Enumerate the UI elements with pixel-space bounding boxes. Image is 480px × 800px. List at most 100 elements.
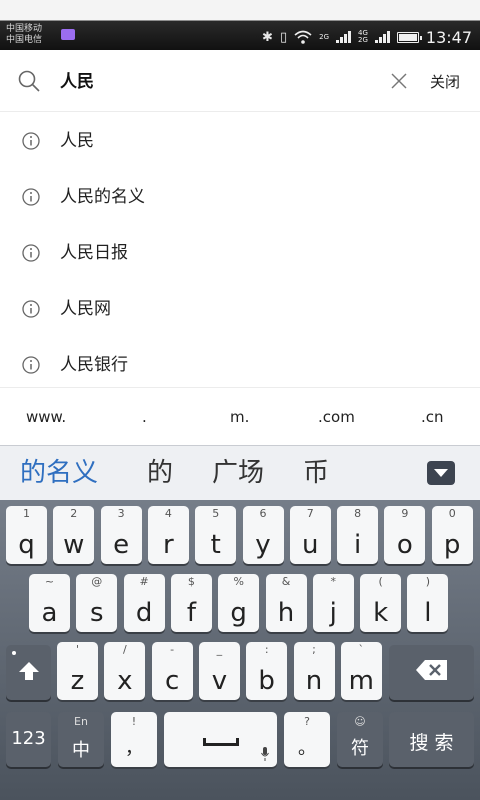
- key-primary-label: r: [163, 530, 174, 560]
- vibrate-icon: ▯: [279, 29, 288, 45]
- key-secondary-label: *: [330, 575, 337, 588]
- suggestion-label: 人民: [60, 131, 94, 151]
- key-f[interactable]: $ f: [170, 574, 212, 632]
- key-primary-label: d: [135, 598, 153, 628]
- key-c[interactable]: -c: [151, 642, 193, 700]
- key-primary-label: t: [210, 530, 221, 560]
- domain-com-button[interactable]: .com: [318, 407, 355, 427]
- key-r[interactable]: 4r: [147, 506, 189, 564]
- key-l[interactable]: ) l: [407, 574, 449, 632]
- key-w[interactable]: 2w: [53, 506, 95, 564]
- numbers-key-label: 123: [11, 728, 46, 749]
- suggestion-item[interactable]: 人民银行: [0, 336, 480, 392]
- key-secondary-label: 2: [70, 507, 78, 520]
- key-primary-label: a: [41, 598, 58, 628]
- clear-icon[interactable]: [391, 73, 407, 89]
- candidate-4[interactable]: 币: [303, 456, 329, 490]
- key-q[interactable]: 1q: [6, 506, 47, 564]
- candidate-bar: 的名义 的 广场 币: [0, 445, 480, 500]
- key-secondary-label: 3: [117, 507, 125, 520]
- key-b[interactable]: :b: [246, 642, 288, 700]
- caps-indicator-icon: [12, 651, 16, 655]
- domain-www-button[interactable]: www.: [26, 407, 66, 427]
- key-k[interactable]: (k: [360, 574, 402, 632]
- period-key[interactable]: ? 。: [284, 712, 330, 767]
- key-secondary-label: 1: [23, 507, 30, 520]
- key-t[interactable]: 5t: [195, 506, 237, 564]
- key-h[interactable]: & h: [265, 574, 307, 632]
- key-secondary-label: ': [75, 643, 80, 656]
- language-switch-sub: En: [74, 715, 88, 728]
- symbols-key[interactable]: ☺ 符: [337, 712, 383, 767]
- candidate-2[interactable]: 的: [147, 456, 173, 490]
- domain-dot-button[interactable]: .: [142, 407, 147, 427]
- key-primary-label: e: [113, 530, 130, 560]
- comma-key[interactable]: ! ，: [111, 712, 157, 767]
- key-secondary-label: 9: [401, 507, 409, 520]
- key-secondary-label: 7: [306, 507, 314, 520]
- key-d[interactable]: # d: [123, 574, 165, 632]
- key-secondary-label: 0: [448, 507, 456, 520]
- key-o[interactable]: 9o: [384, 506, 426, 564]
- network-type-2-bottom: 2G: [358, 36, 368, 44]
- key-secondary-label: 8: [354, 507, 362, 520]
- key-z[interactable]: ' z: [57, 642, 98, 700]
- key-primary-label: f: [186, 598, 196, 628]
- collapse-keyboard-button[interactable]: [427, 461, 455, 485]
- key-i[interactable]: 8i: [337, 506, 379, 564]
- key-s[interactable]: @ s: [76, 574, 118, 632]
- suggestion-item[interactable]: 人民的名义: [0, 168, 480, 224]
- key-u[interactable]: 7u: [289, 506, 331, 564]
- search-key[interactable]: 搜 索: [389, 712, 474, 767]
- suggestion-item[interactable]: 人民: [0, 112, 480, 168]
- key-x[interactable]: / x: [104, 642, 146, 700]
- key-n[interactable]: ; n: [293, 642, 335, 700]
- info-icon: [22, 244, 40, 262]
- suggestion-list: 人民人民的名义人民日报 人民网 人民银行: [0, 112, 480, 392]
- key-v[interactable]: _ v: [198, 642, 240, 700]
- domain-cn-button[interactable]: .cn: [421, 407, 444, 427]
- key-secondary-label: 6: [259, 507, 267, 520]
- key-e[interactable]: 3e: [100, 506, 142, 564]
- search-input[interactable]: 人民: [60, 69, 360, 95]
- backspace-key[interactable]: [389, 645, 474, 700]
- domain-m-button[interactable]: m.: [230, 407, 249, 427]
- status-clock: 13:47: [425, 27, 472, 47]
- suggestion-item[interactable]: 人民网: [0, 280, 480, 336]
- key-primary-label: w: [63, 530, 85, 560]
- signal-strength-icon-1: [336, 31, 351, 43]
- space-key[interactable]: [164, 712, 277, 767]
- key-y[interactable]: 6y: [242, 506, 284, 564]
- suggestion-item[interactable]: 人民日报: [0, 224, 480, 280]
- key-a[interactable]: ~ a: [29, 574, 70, 632]
- wifi-icon: [294, 30, 312, 44]
- candidate-1[interactable]: 的名义: [20, 456, 98, 490]
- key-secondary-label: -: [170, 643, 175, 656]
- carrier-2: 中国电信: [6, 35, 43, 45]
- key-m[interactable]: ` m: [340, 642, 382, 700]
- search-icon: [18, 70, 40, 92]
- key-primary-label: x: [117, 666, 133, 696]
- shift-key[interactable]: [6, 645, 51, 700]
- key-p[interactable]: 0p: [431, 506, 473, 564]
- shift-arrow-icon: [19, 662, 39, 680]
- key-g[interactable]: % g: [218, 574, 260, 632]
- key-secondary-label: %: [233, 575, 244, 588]
- key-primary-label: p: [443, 530, 461, 560]
- key-secondary-label: /: [122, 643, 127, 656]
- key-primary-label: b: [258, 666, 275, 696]
- candidate-3[interactable]: 广场: [212, 456, 264, 490]
- numbers-key[interactable]: 123: [6, 712, 51, 767]
- key-secondary-label: 4: [164, 507, 172, 520]
- language-switch-key[interactable]: En 中: [58, 712, 104, 767]
- info-icon: [22, 132, 40, 150]
- key-primary-label: i: [353, 530, 362, 560]
- search-bar: 人民 关闭: [0, 50, 480, 112]
- key-j[interactable]: * j: [312, 574, 354, 632]
- info-icon: [22, 300, 40, 318]
- close-button[interactable]: 关闭: [430, 70, 460, 94]
- suggestion-label: 人民的名义: [60, 187, 145, 207]
- period-key-label: 。: [298, 738, 316, 759]
- microphone-icon[interactable]: [261, 747, 269, 761]
- key-secondary-label: 5: [212, 507, 220, 520]
